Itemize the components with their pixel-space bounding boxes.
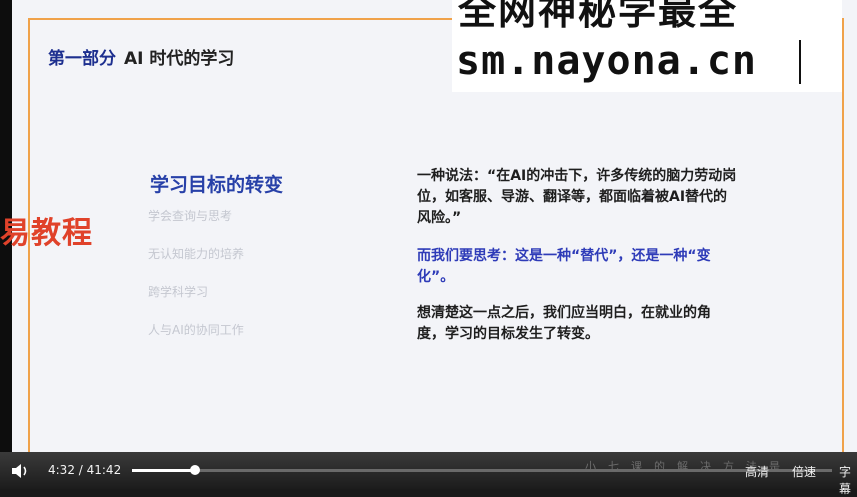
- think-paragraph: 而我们要思考：这是一种“替代”，还是一种“变化”。: [417, 248, 711, 285]
- quality-button[interactable]: 高清: [745, 463, 769, 480]
- topic-item: 无认知能力的培养: [148, 247, 245, 261]
- quote-paragraph: 一种说法：“在AI的冲击下，许多传统的脑力劳动岗位，如客服、导游、翻译等，都面临…: [417, 168, 737, 226]
- topic-item: 跨学科学习: [148, 285, 209, 299]
- side-watermark: 易教程: [0, 216, 93, 251]
- topic-title: 学习目标的转变: [150, 174, 284, 196]
- section-label: 第一部分: [48, 49, 116, 69]
- time-display: 4:32 / 41:42: [48, 463, 122, 477]
- topic-item: 学会查询与思考: [148, 209, 233, 223]
- conclusion-paragraph: 想清楚这一点之后，我们应当明白，在就业的角度，学习的目标发生了转变。: [417, 305, 711, 342]
- section-subtitle: AI 时代的学习: [124, 49, 235, 69]
- watermark-url: sm.nayona.cn: [456, 38, 757, 84]
- speed-button[interactable]: 倍速: [792, 463, 816, 480]
- text-cursor: [799, 40, 801, 84]
- player-controls: 4:32 / 41:42 小七课的解决方法是 高清 倍速 字幕: [0, 452, 857, 496]
- topic-item: 人与AI的协同工作: [148, 323, 244, 337]
- progress-handle[interactable]: [190, 465, 200, 475]
- volume-icon[interactable]: [10, 462, 30, 480]
- subtitle-button[interactable]: 字幕: [839, 463, 857, 497]
- watermark-line-1: 全网神秘学最全: [458, 0, 739, 33]
- progress-fill: [132, 469, 195, 472]
- section-title: 第一部分 AI 时代的学习: [48, 44, 234, 69]
